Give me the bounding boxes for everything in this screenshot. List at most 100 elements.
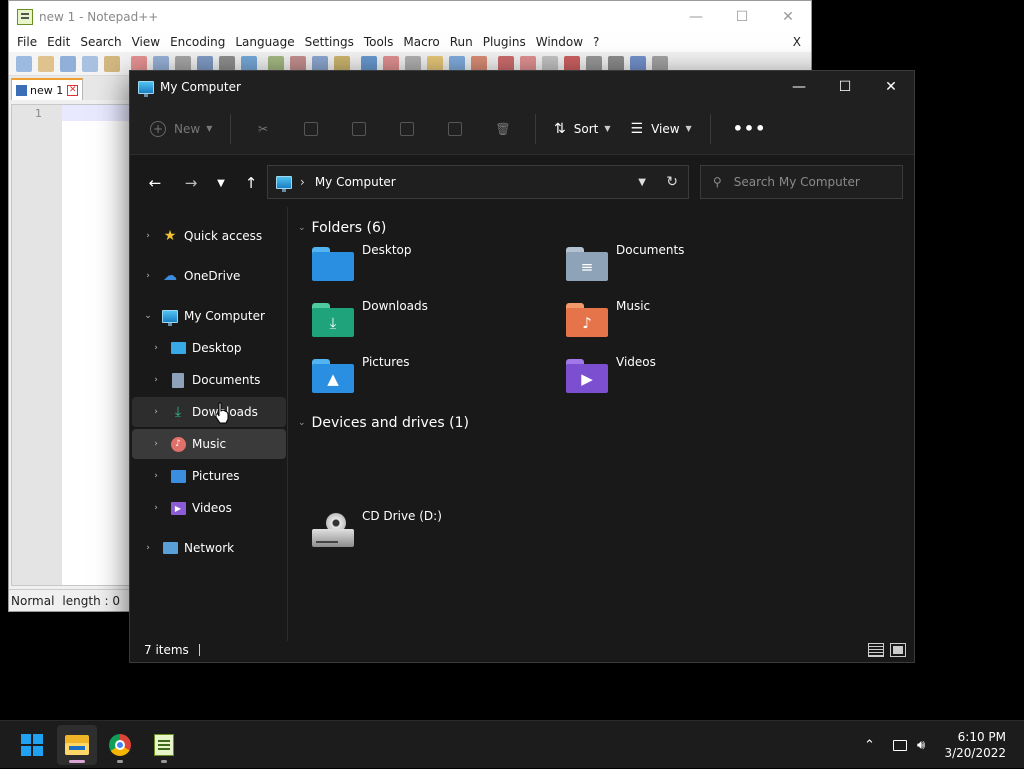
network-tray-icon[interactable]	[893, 721, 907, 769]
sidebar-item-music[interactable]: › ♪ Music	[132, 429, 286, 459]
menu-tools[interactable]: Tools	[360, 35, 400, 49]
explorer-window[interactable]: My Computer — ☐ ✕ + New ▼ ✂ 🗑 ⇅ Sort ▼ ☰…	[129, 70, 915, 663]
folder-item-music[interactable]: ♪ Music	[566, 299, 650, 337]
menu-file[interactable]: File	[13, 35, 43, 49]
start-button[interactable]	[12, 725, 52, 765]
sidebar-item-quick-access[interactable]: › ★ Quick access	[132, 221, 286, 251]
sidebar-item-pictures[interactable]: › Pictures	[132, 461, 286, 491]
large-icons-view-icon[interactable]	[890, 643, 906, 657]
menu-language[interactable]: Language	[231, 35, 300, 49]
chevron-right-icon[interactable]: ›	[146, 375, 166, 385]
folder-item-videos[interactable]: ▶ Videos	[566, 355, 656, 393]
cut-button[interactable]: ✂	[239, 113, 287, 145]
toolbar-tool-icon[interactable]	[60, 55, 76, 72]
menu-window[interactable]: Window	[532, 35, 589, 49]
menu-macro[interactable]: Macro	[399, 35, 445, 49]
forward-button[interactable]: →	[176, 168, 206, 198]
close-icon[interactable]: ✕	[765, 1, 811, 32]
share-button[interactable]	[431, 113, 479, 145]
more-options-button[interactable]: •••	[719, 113, 781, 145]
volume-icon[interactable]: 🔊︎	[917, 721, 925, 769]
sidebar-item-my-computer[interactable]: ⌄ My Computer	[132, 301, 286, 331]
delete-button[interactable]: 🗑	[479, 113, 527, 145]
chevron-right-icon[interactable]: ›	[146, 503, 166, 513]
maximize-icon[interactable]: ☐	[719, 1, 765, 32]
notepadpp-titlebar[interactable]: new 1 - Notepad++ — ☐ ✕	[9, 1, 811, 32]
folder-item-desktop[interactable]: Desktop	[312, 243, 412, 281]
sort-button[interactable]: ⇅ Sort ▼	[544, 113, 621, 145]
breadcrumb-my-computer[interactable]: My Computer	[315, 175, 396, 189]
address-dropdown-icon[interactable]: ▼	[638, 177, 646, 188]
back-button[interactable]: ←	[140, 168, 170, 198]
folder-label: Music	[616, 299, 651, 313]
taskbar-notepadpp[interactable]	[144, 725, 184, 765]
menu-run[interactable]: Run	[446, 35, 479, 49]
menu-edit[interactable]: Edit	[43, 35, 76, 49]
close-document-button[interactable]: X	[789, 35, 807, 49]
address-bar[interactable]: › My Computer ▼ ↻	[267, 165, 689, 199]
up-button[interactable]: ↑	[236, 168, 266, 198]
toolbar-tool-icon[interactable]	[16, 55, 32, 72]
rename-button[interactable]	[383, 113, 431, 145]
view-button[interactable]: ☰ View ▼	[621, 113, 702, 145]
chevron-right-icon[interactable]: ›	[138, 543, 158, 553]
search-input[interactable]: ⚲ Search My Computer	[700, 165, 903, 199]
new-button[interactable]: + New ▼	[150, 113, 222, 145]
status-mode: Normal	[11, 593, 55, 608]
sidebar-item-downloads[interactable]: › ⤓ Downloads	[132, 397, 286, 427]
chevron-right-icon[interactable]: ›	[146, 471, 166, 481]
copy-button[interactable]	[287, 113, 335, 145]
close-icon[interactable]: ✕	[868, 71, 914, 103]
folder-label: Pictures	[362, 355, 410, 369]
details-view-icon[interactable]	[868, 643, 884, 657]
taskbar-file-explorer[interactable]	[57, 725, 97, 765]
sidebar-item-videos[interactable]: › ▶ Videos	[132, 493, 286, 523]
minimize-icon[interactable]: —	[673, 1, 719, 32]
menu-plugins[interactable]: Plugins	[479, 35, 532, 49]
chevron-right-icon[interactable]: ›	[138, 231, 158, 241]
explorer-title: My Computer	[160, 80, 241, 94]
running-indicator	[161, 760, 167, 763]
search-placeholder: Search My Computer	[733, 175, 860, 189]
recent-locations-button[interactable]: ▼	[206, 168, 236, 198]
explorer-titlebar[interactable]: My Computer — ☐ ✕	[130, 71, 914, 103]
clock-date: 3/20/2022	[944, 746, 1006, 760]
divider	[709, 113, 711, 144]
menu-view[interactable]: View	[128, 35, 166, 49]
toolbar-tool-icon[interactable]	[82, 55, 98, 72]
folders-group-header[interactable]: ⌄ Folders (6)	[298, 220, 386, 236]
folder-item-pictures[interactable]: ▲ Pictures	[312, 355, 410, 393]
taskbar-chrome[interactable]	[100, 725, 140, 765]
chevron-right-icon[interactable]: ›	[146, 439, 166, 449]
show-hidden-icons-button[interactable]: ⌃	[864, 721, 875, 769]
sidebar-item-desktop[interactable]: › Desktop	[132, 333, 286, 363]
refresh-icon[interactable]: ↻	[666, 174, 678, 190]
cd-drive-item[interactable]: CD Drive (D:)	[312, 509, 442, 547]
toolbar-tool-icon[interactable]	[38, 55, 54, 72]
sidebar-item-onedrive[interactable]: › ☁ OneDrive	[132, 261, 286, 291]
clock[interactable]: 6:10 PM 3/20/2022	[944, 729, 1006, 761]
chevron-right-icon[interactable]: ›	[146, 343, 166, 353]
paste-button[interactable]	[335, 113, 383, 145]
notepadpp-editor[interactable]: 1	[11, 104, 131, 586]
documents-folder-icon: ≡	[566, 247, 608, 281]
menu-encoding[interactable]: Encoding	[166, 35, 231, 49]
chevron-right-icon[interactable]: ›	[146, 407, 166, 417]
folder-item-downloads[interactable]: ⤓ Downloads	[312, 299, 428, 337]
sidebar-item-network[interactable]: › Network	[132, 533, 286, 563]
folder-item-documents[interactable]: ≡ Documents	[566, 243, 684, 281]
sort-label: Sort	[573, 121, 599, 136]
menu-help[interactable]: ?	[589, 35, 605, 49]
chevron-right-icon[interactable]: ›	[138, 271, 158, 281]
minimize-icon[interactable]: —	[776, 71, 822, 103]
maximize-icon[interactable]: ☐	[822, 71, 868, 103]
menu-settings[interactable]: Settings	[301, 35, 360, 49]
devices-group-header[interactable]: ⌄ Devices and drives (1)	[298, 415, 469, 431]
tab-close-icon[interactable]: ✕	[67, 84, 79, 96]
tab-new-1[interactable]: new 1 ✕	[11, 78, 84, 100]
sidebar-item-documents[interactable]: › Documents	[132, 365, 286, 395]
tab-label: new 1	[30, 83, 64, 97]
menu-search[interactable]: Search	[76, 35, 127, 49]
chevron-down-icon[interactable]: ⌄	[138, 311, 158, 321]
toolbar-tool-icon[interactable]	[104, 55, 120, 72]
